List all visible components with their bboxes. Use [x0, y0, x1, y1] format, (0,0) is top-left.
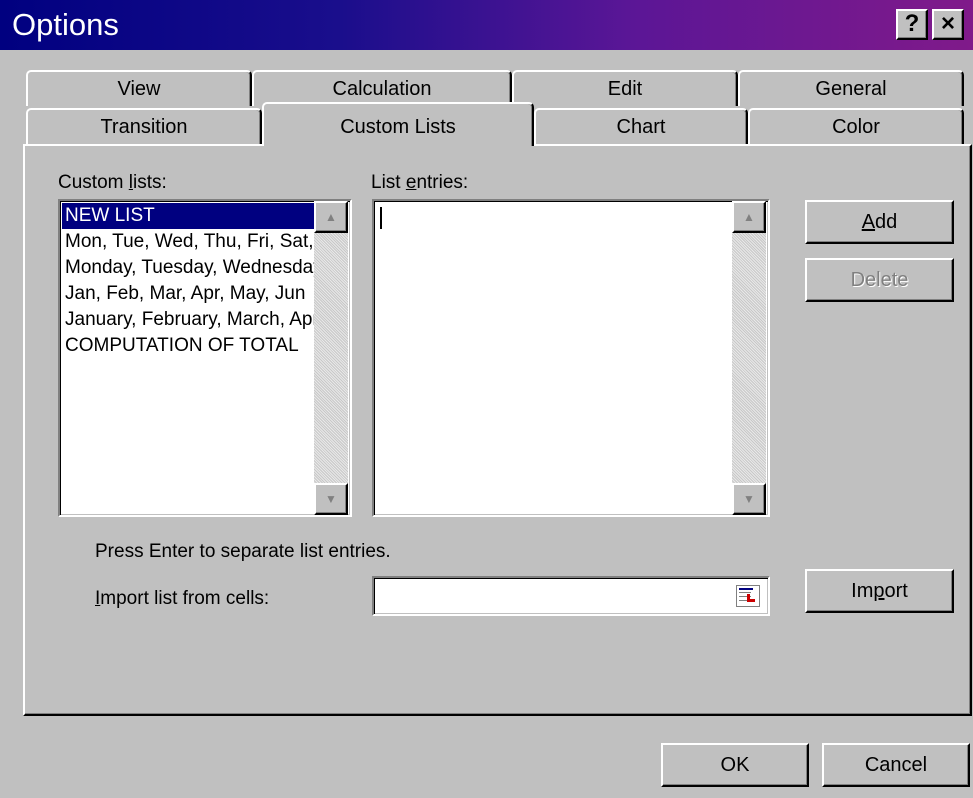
help-button[interactable]: ? — [896, 9, 928, 40]
tab-chart[interactable]: Chart — [534, 108, 748, 144]
import-range-input[interactable] — [372, 576, 770, 616]
tab-edit[interactable]: Edit — [512, 70, 738, 106]
tab-custom-lists[interactable]: Custom Lists — [262, 102, 534, 146]
ok-button[interactable]: OK — [661, 743, 809, 787]
delete-button[interactable]: Delete — [805, 258, 954, 302]
scroll-down-button[interactable]: ▼ — [314, 483, 348, 515]
list-item[interactable]: NEW LIST — [62, 203, 314, 229]
tab-general[interactable]: General — [738, 70, 964, 106]
custom-lists-scrollbar[interactable]: ▲ ▼ — [314, 201, 348, 515]
custom-lists-listbox[interactable]: NEW LIST Mon, Tue, Wed, Thu, Fri, Sat, S… — [58, 199, 352, 517]
close-button[interactable]: × — [932, 9, 964, 40]
title-bar — [0, 0, 973, 50]
list-entries-textarea[interactable]: ▲ ▼ — [372, 199, 770, 517]
add-button[interactable]: Add — [805, 200, 954, 244]
scroll-up-button[interactable]: ▲ — [314, 201, 348, 233]
tab-calculation[interactable]: Calculation — [252, 70, 512, 106]
scroll-down-button[interactable]: ▼ — [732, 483, 766, 515]
arrow-up-icon: ▲ — [325, 210, 337, 224]
list-item[interactable]: COMPUTATION OF TOTAL — [62, 333, 314, 359]
range-select-icon[interactable] — [736, 585, 760, 607]
help-icon: ? — [904, 10, 920, 37]
window-title: Options — [12, 7, 119, 42]
arrow-down-icon: ▼ — [743, 492, 755, 506]
close-icon: × — [940, 10, 955, 37]
list-item[interactable]: Jan, Feb, Mar, Apr, May, Jun — [62, 281, 314, 307]
list-item[interactable]: Mon, Tue, Wed, Thu, Fri, Sat, Sun — [62, 229, 314, 255]
cancel-button[interactable]: Cancel — [822, 743, 970, 787]
import-button[interactable]: Import — [805, 569, 954, 613]
tab-view[interactable]: View — [26, 70, 252, 106]
list-entries-scrollbar[interactable]: ▲ ▼ — [732, 201, 766, 515]
import-list-label: Import list from cells: — [95, 588, 270, 609]
arrow-up-icon: ▲ — [743, 210, 755, 224]
tab-transition[interactable]: Transition — [26, 108, 262, 144]
scroll-up-button[interactable]: ▲ — [732, 201, 766, 233]
tab-color[interactable]: Color — [748, 108, 964, 144]
text-cursor — [380, 207, 382, 229]
list-item[interactable]: Monday, Tuesday, Wednesday, Thursday — [62, 255, 314, 281]
arrow-down-icon: ▼ — [325, 492, 337, 506]
custom-lists-label: Custom lists: — [58, 172, 167, 193]
list-item[interactable]: January, February, March, April — [62, 307, 314, 333]
hint-text: Press Enter to separate list entries. — [95, 541, 391, 562]
list-entries-label: List entries: — [371, 172, 469, 193]
